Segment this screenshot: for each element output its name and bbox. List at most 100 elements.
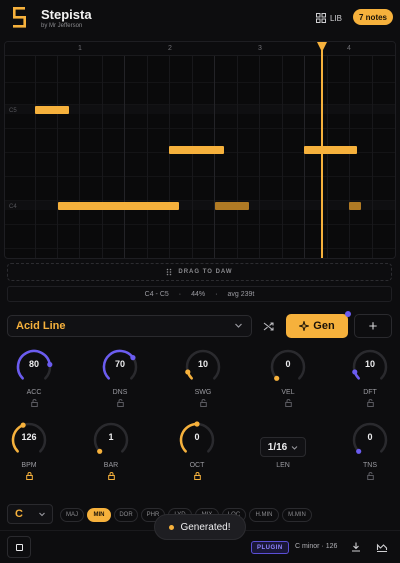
length-select[interactable]: 1/16	[260, 437, 306, 457]
note-block[interactable]	[169, 146, 224, 154]
lock-open-icon[interactable]	[199, 399, 207, 407]
chevron-down-icon	[291, 445, 298, 450]
stat-density: 44%	[191, 290, 206, 298]
knob-vel[interactable]: 0 VEL	[263, 347, 313, 407]
lock-open-icon[interactable]	[116, 399, 124, 407]
knob-value: 10	[364, 359, 375, 369]
knob-value: 0	[285, 359, 291, 369]
stepista-logo-icon	[13, 7, 26, 28]
toast-dot-icon	[169, 524, 175, 530]
chevron-down-icon	[235, 323, 242, 328]
piano-roll[interactable]: 1 2 3 4 C5 C4	[4, 41, 396, 259]
note-block[interactable]	[304, 146, 357, 154]
knob-label: BAR	[103, 462, 119, 469]
stat-separator: ·	[215, 290, 218, 298]
pattern-stats: C4 - C5 · 44% · avg 239t	[7, 286, 392, 302]
stop-icon	[15, 543, 23, 551]
note-block[interactable]	[35, 106, 69, 114]
lock-open-icon[interactable]	[366, 399, 374, 407]
playhead[interactable]	[321, 42, 323, 258]
stop-button[interactable]	[7, 536, 31, 558]
sparkle-icon	[299, 321, 310, 331]
knob-value: 80	[28, 359, 39, 369]
drag-label: DRAG TO DAW	[178, 269, 233, 275]
scale-chip-dor[interactable]: DOR	[114, 508, 138, 522]
plugin-badge[interactable]: PLUGIN	[251, 541, 289, 554]
add-button[interactable]: +	[354, 314, 392, 338]
shuffle-button[interactable]	[259, 317, 277, 335]
toast-message: Generated!	[180, 521, 231, 533]
toast-notification: Generated!	[154, 514, 246, 540]
generate-status-dot	[345, 311, 351, 317]
scale-chip-maj[interactable]: MAJ	[60, 508, 84, 522]
chevron-down-icon	[39, 512, 45, 517]
stat-range: C4 - C5	[144, 290, 169, 298]
bar-number: 1	[78, 45, 82, 52]
preset-value: Acid Line	[16, 320, 66, 332]
knob-dft[interactable]: 10 DFT	[345, 347, 395, 407]
generate-label: Gen	[313, 320, 335, 332]
app-author: by Mr Jefferson	[41, 23, 83, 29]
knob-value: 0	[367, 432, 373, 442]
knob-label: SWG	[194, 389, 212, 396]
app-name: Stepista	[41, 7, 92, 22]
knob-tns[interactable]: 0 TNS	[345, 420, 395, 480]
length-label: LEN	[276, 462, 290, 469]
key-label: C5	[9, 108, 17, 114]
scale-chip-hmin[interactable]: H.MIN	[249, 508, 279, 522]
shuffle-icon	[263, 321, 274, 331]
knob-label: ACC	[26, 389, 42, 396]
stat-avg: avg 239t	[227, 290, 255, 298]
key-info: C minor · 126	[295, 543, 338, 550]
length-value: 1/16	[267, 441, 288, 453]
download-icon[interactable]	[350, 541, 362, 553]
lock-open-icon[interactable]	[366, 472, 374, 480]
bar-number: 4	[347, 45, 351, 52]
knob-label: DFT	[363, 389, 377, 396]
knob-label: TNS	[363, 462, 377, 469]
scale-chip-min[interactable]: MIN	[87, 508, 111, 522]
lock-closed-icon[interactable]	[25, 472, 33, 480]
knob-acc[interactable]: 80 ACC	[9, 347, 59, 407]
lock-closed-icon[interactable]	[107, 472, 115, 480]
knob-value: 126	[21, 432, 37, 442]
knob-bar[interactable]: 1 BAR	[86, 420, 136, 480]
key-value: C	[15, 508, 23, 520]
playhead-marker-icon[interactable]	[317, 42, 327, 52]
knob-label: VEL	[281, 389, 295, 396]
knob-value: 70	[114, 359, 125, 369]
note-block[interactable]	[58, 202, 179, 210]
scale-chip-mmin[interactable]: M.MIN	[282, 508, 312, 522]
notes-count-badge: 7 notes	[353, 9, 394, 25]
knob-swg[interactable]: 10 SWG	[178, 347, 228, 407]
grid-icon	[316, 13, 326, 23]
generate-button[interactable]: Gen	[286, 314, 348, 338]
knob-value: 0	[194, 432, 200, 442]
note-block[interactable]	[215, 202, 249, 210]
lock-closed-icon[interactable]	[193, 472, 201, 480]
bar-ruler[interactable]: 1 2 3 4	[5, 42, 395, 56]
knob-value: 10	[197, 359, 208, 369]
knob-oct[interactable]: 0 OCT	[172, 420, 222, 480]
key-select[interactable]: C	[7, 504, 53, 524]
knob-bpm[interactable]: 126 BPM	[4, 420, 54, 480]
lock-open-icon[interactable]	[284, 399, 292, 407]
drag-handle-icon	[167, 268, 172, 276]
preset-select[interactable]: Acid Line	[7, 315, 252, 337]
knob-label: BPM	[21, 462, 37, 469]
note-block[interactable]	[349, 202, 361, 210]
knob-label: OCT	[189, 462, 205, 469]
lock-open-icon[interactable]	[30, 399, 38, 407]
bar-number: 3	[258, 45, 262, 52]
drag-to-daw-zone[interactable]: DRAG TO DAW	[7, 263, 392, 281]
bar-number: 2	[168, 45, 172, 52]
knob-label: DNS	[112, 389, 128, 396]
library-label: LIB	[330, 13, 343, 23]
key-label: C4	[9, 204, 17, 210]
knob-dns[interactable]: 70 DNS	[95, 347, 145, 407]
stat-separator: ·	[178, 290, 182, 298]
knob-value: 1	[108, 432, 114, 442]
library-button[interactable]: LIB	[316, 10, 342, 26]
header: Stepista by Mr Jefferson LIB 7 notes	[0, 0, 400, 38]
midi-icon[interactable]	[376, 541, 388, 553]
